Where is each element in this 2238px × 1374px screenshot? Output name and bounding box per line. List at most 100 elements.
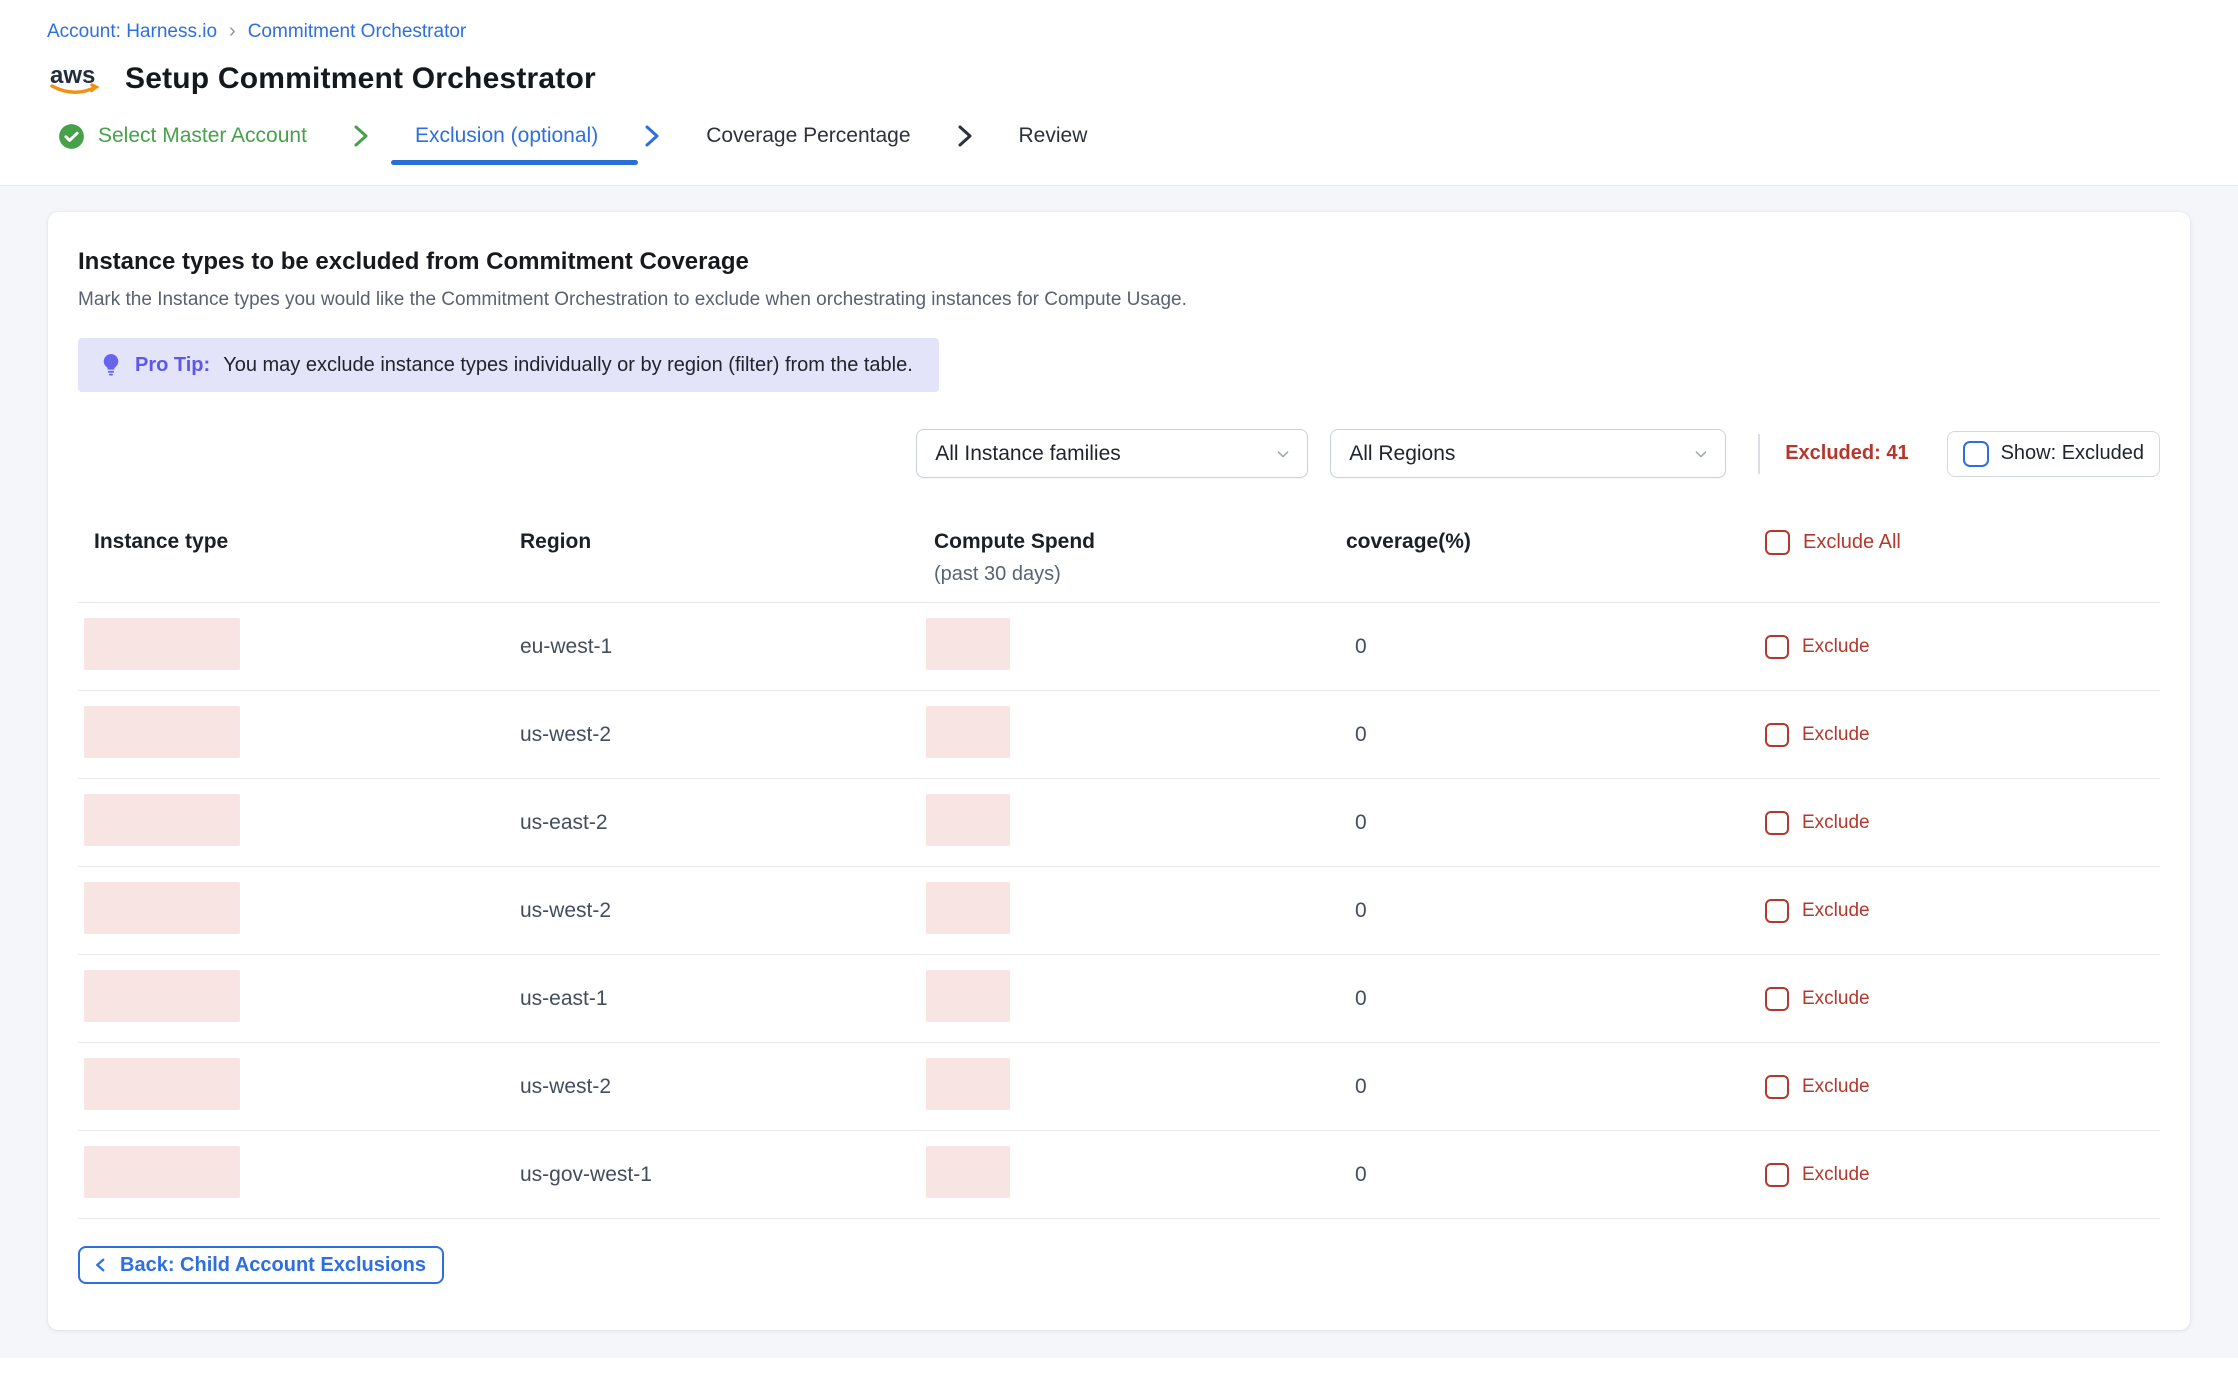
exclude-checkbox[interactable] (1765, 899, 1789, 923)
redacted-instance-type (84, 1058, 240, 1110)
coverage-value: 0 (1346, 723, 1367, 746)
chevron-left-icon (92, 1256, 110, 1274)
redacted-compute-spend (926, 794, 1010, 846)
step-coverage-percentage[interactable]: Coverage Percentage (706, 107, 910, 165)
main-area: Instance types to be excluded from Commi… (0, 186, 2238, 1358)
show-excluded-checkbox[interactable] (1963, 441, 1989, 467)
coverage-value: 0 (1346, 1163, 1367, 1186)
exclude-checkbox[interactable] (1765, 811, 1789, 835)
regions-value: All Regions (1349, 442, 1455, 466)
chevron-right-icon (953, 122, 977, 150)
chevron-right-icon (349, 122, 373, 150)
exclude-checkbox[interactable] (1765, 1163, 1789, 1187)
exclusion-table: Instance type Region Compute Spend (past… (78, 530, 2160, 1219)
step-review[interactable]: Review (1019, 107, 1088, 165)
page-title: Setup Commitment Orchestrator (125, 62, 596, 96)
redacted-instance-type (84, 618, 240, 670)
redacted-compute-spend (926, 706, 1010, 758)
col-header-coverage: coverage(%) (1346, 530, 1765, 554)
step-exclusion-optional[interactable]: Exclusion (optional) (415, 107, 598, 165)
redacted-instance-type (84, 706, 240, 758)
coverage-value: 0 (1346, 987, 1367, 1010)
protip-banner: Pro Tip: You may exclude instance types … (78, 338, 939, 392)
region-value: us-west-2 (520, 723, 611, 746)
redacted-compute-spend (926, 970, 1010, 1022)
region-value: eu-west-1 (520, 635, 612, 658)
exclude-all-label: Exclude All (1803, 531, 1901, 554)
exclude-label: Exclude (1802, 988, 1870, 1010)
aws-logo-icon: aws (47, 59, 107, 99)
redacted-compute-spend (926, 618, 1010, 670)
region-value: us-gov-west-1 (520, 1163, 652, 1186)
instance-families-select[interactable]: All Instance families (916, 429, 1308, 478)
step-label: Exclusion (optional) (415, 124, 598, 148)
exclude-checkbox[interactable] (1765, 987, 1789, 1011)
protip-label: Pro Tip: (135, 354, 210, 377)
table-row: eu-west-1 0 Exclude (78, 603, 2160, 691)
exclusion-card: Instance types to be excluded from Commi… (48, 212, 2190, 1330)
col-header-region: Region (520, 530, 934, 554)
stepper: Select Master Account Exclusion (optiona… (47, 107, 2238, 165)
excluded-count-badge: Excluded: 41 (1785, 442, 1908, 465)
instance-families-value: All Instance families (935, 442, 1121, 466)
breadcrumb-current-link[interactable]: Commitment Orchestrator (248, 21, 467, 43)
breadcrumb-account-link[interactable]: Account: Harness.io (47, 21, 217, 43)
exclude-all-checkbox[interactable] (1765, 530, 1790, 555)
step-label: Coverage Percentage (706, 124, 910, 148)
redacted-compute-spend (926, 882, 1010, 934)
region-value: us-east-2 (520, 811, 608, 834)
lightbulb-icon (100, 352, 122, 378)
svg-text:aws: aws (50, 62, 95, 89)
chevron-down-icon (1275, 446, 1291, 462)
coverage-value: 0 (1346, 899, 1367, 922)
regions-select[interactable]: All Regions (1330, 429, 1726, 478)
col-header-instance-type: Instance type (78, 530, 520, 554)
step-completed-check-icon (58, 123, 85, 150)
redacted-instance-type (84, 882, 240, 934)
breadcrumb-separator-icon: › (229, 20, 236, 43)
table-header-row: Instance type Region Compute Spend (past… (78, 530, 2160, 603)
region-value: us-west-2 (520, 899, 611, 922)
filter-row: All Instance families All Regions Exclud… (78, 429, 2160, 478)
chevron-right-icon (640, 122, 664, 150)
redacted-instance-type (84, 970, 240, 1022)
card-heading: Instance types to be excluded from Commi… (78, 248, 2160, 276)
show-excluded-toggle[interactable]: Show: Excluded (1947, 431, 2160, 477)
coverage-value: 0 (1346, 1075, 1367, 1098)
exclude-label: Exclude (1802, 1076, 1870, 1098)
redacted-compute-spend (926, 1058, 1010, 1110)
col-header-compute-spend-sub: (past 30 days) (934, 563, 1346, 586)
redacted-compute-spend (926, 1146, 1010, 1198)
exclude-checkbox[interactable] (1765, 1075, 1789, 1099)
step-select-master-account[interactable]: Select Master Account (58, 107, 307, 165)
coverage-value: 0 (1346, 635, 1367, 658)
card-subheading: Mark the Instance types you would like t… (78, 289, 2160, 311)
exclude-checkbox[interactable] (1765, 723, 1789, 747)
exclude-label: Exclude (1802, 900, 1870, 922)
redacted-instance-type (84, 1146, 240, 1198)
table-row: us-east-1 0 Exclude (78, 955, 2160, 1043)
page-header: Account: Harness.io › Commitment Orchest… (0, 0, 2238, 186)
step-label: Review (1019, 124, 1088, 148)
exclude-label: Exclude (1802, 636, 1870, 658)
region-value: us-west-2 (520, 1075, 611, 1098)
region-value: us-east-1 (520, 987, 608, 1010)
chevron-down-icon (1693, 446, 1709, 462)
back-button[interactable]: Back: Child Account Exclusions (78, 1246, 444, 1284)
show-excluded-label: Show: Excluded (2001, 442, 2144, 465)
redacted-instance-type (84, 794, 240, 846)
table-row: us-east-2 0 Exclude (78, 779, 2160, 867)
protip-text: You may exclude instance types individua… (223, 354, 913, 377)
vertical-divider (1758, 434, 1760, 474)
exclude-label: Exclude (1802, 1164, 1870, 1186)
table-row: us-west-2 0 Exclude (78, 691, 2160, 779)
step-label: Select Master Account (98, 124, 307, 148)
exclude-checkbox[interactable] (1765, 635, 1789, 659)
table-row: us-west-2 0 Exclude (78, 1043, 2160, 1131)
breadcrumb: Account: Harness.io › Commitment Orchest… (47, 20, 2238, 43)
col-header-exclude-all: Exclude All (1765, 530, 2160, 555)
col-header-compute-spend: Compute Spend (past 30 days) (934, 530, 1346, 586)
table-row: us-west-2 0 Exclude (78, 867, 2160, 955)
exclude-label: Exclude (1802, 812, 1870, 834)
back-button-label: Back: Child Account Exclusions (120, 1254, 426, 1277)
